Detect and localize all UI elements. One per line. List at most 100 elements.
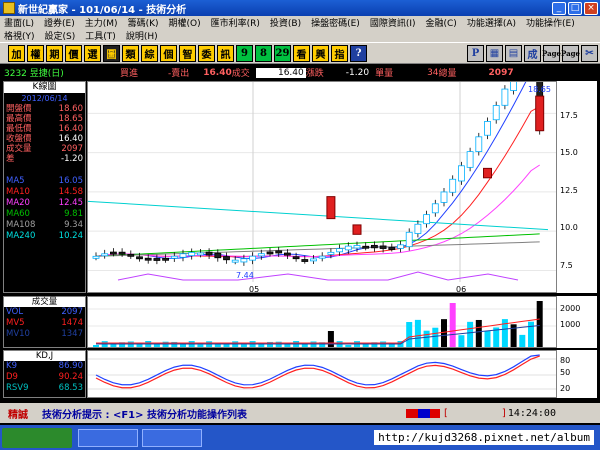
toolbar-right-button[interactable]: ▤ xyxy=(505,44,522,62)
candle-body xyxy=(275,250,283,254)
menu-item[interactable]: 期權(O) xyxy=(169,16,201,29)
stat-value: 2097 xyxy=(61,144,83,154)
volume-bar xyxy=(414,319,421,347)
menu-bar: 畫面(L) 證券(E) 主力(M) 籌碼(K) 期權(O) 匯市利率(R) 投資(B) 操盤密… xyxy=(0,16,600,42)
toolbar-right-button[interactable]: ✂ xyxy=(581,44,598,62)
stat-value: 16.40 xyxy=(58,134,83,144)
toolbar-button[interactable]: 選 xyxy=(84,44,101,62)
ma240-line xyxy=(88,200,549,231)
toolbar-button[interactable]: 看 xyxy=(293,44,310,62)
ma-value: 14.58 xyxy=(58,187,83,197)
menu-item[interactable]: 國際資訊(I) xyxy=(370,16,416,29)
candle-body xyxy=(118,251,126,255)
candle-body xyxy=(327,251,335,255)
toolbar-button[interactable]: ? xyxy=(350,44,367,62)
status-indicator xyxy=(406,408,440,418)
close-button[interactable]: × xyxy=(584,1,598,15)
candle-body xyxy=(266,251,274,255)
axis-tick-label: 12.5 xyxy=(560,186,578,195)
candle-body xyxy=(484,121,491,136)
volume-bar xyxy=(345,344,352,347)
menu-item[interactable]: 主力(M) xyxy=(85,16,118,29)
status-bracket: [ xyxy=(444,407,448,419)
toolbar-right-button[interactable]: Page xyxy=(561,44,580,62)
toolbar-right-button[interactable]: ▦ xyxy=(486,44,503,62)
volume-label: MV5 xyxy=(6,318,25,328)
menu-item[interactable]: 設定(S) xyxy=(45,29,76,42)
panel-header: K線圖 xyxy=(4,82,85,93)
taskbar-app-2[interactable] xyxy=(142,428,202,447)
status-hint: 技術分析提示 : <F1> 技術分析功能操作列表 xyxy=(42,409,247,421)
panel-date: 2012/06/14 xyxy=(21,94,68,103)
ma-line xyxy=(95,241,540,257)
candle-body xyxy=(353,245,361,249)
menu-item[interactable]: 畫面(L) xyxy=(4,16,34,29)
menu-item[interactable]: 說明(H) xyxy=(126,29,158,42)
change-label: 漲跌 xyxy=(305,69,324,79)
toolbar-button[interactable]: 價 xyxy=(65,44,82,62)
menu-item[interactable]: 籌碼(K) xyxy=(128,16,159,29)
toolbar-button[interactable]: 8 xyxy=(255,44,272,62)
ma-list: MA5 16.05 MA10 14.58 MA20 12.45 MA60 9.81 MA108 9… xyxy=(4,176,85,242)
sell-label: -賣出 xyxy=(168,69,190,79)
toolbar-button[interactable]: 29 xyxy=(274,44,291,62)
toolbar-button[interactable]: 個 xyxy=(160,44,177,62)
toolbar-button[interactable]: 期 xyxy=(46,44,63,62)
kd-svg xyxy=(88,354,556,390)
menu-item[interactable]: 格視(Y) xyxy=(4,29,35,42)
toolbar-right-button[interactable]: Page xyxy=(542,44,561,62)
menu-item[interactable]: 匯市利率(R) xyxy=(211,16,260,29)
candle-body xyxy=(205,251,213,256)
ma-label: MA240 xyxy=(6,231,36,241)
toolbar-button[interactable]: 9 xyxy=(236,44,253,62)
kd-header: KD,J xyxy=(4,351,85,361)
candle-body xyxy=(136,256,143,260)
stat-row: 成交量 2097 xyxy=(4,144,85,154)
ma-row: MA108 9.34 xyxy=(4,220,85,231)
candle-body xyxy=(214,252,222,259)
toolbar-button[interactable]: 圖 xyxy=(103,44,120,62)
volume-chart[interactable] xyxy=(87,296,557,348)
taskbar-app-1[interactable] xyxy=(78,428,138,447)
toolbar-button[interactable]: 指 xyxy=(331,44,348,62)
volume-bar xyxy=(484,330,491,347)
menu-item[interactable]: 功能選擇(A) xyxy=(467,16,516,29)
maximize-button[interactable]: □ xyxy=(568,1,582,15)
candle-body xyxy=(501,88,509,106)
kd-chart[interactable] xyxy=(87,350,557,398)
toolbar-button[interactable]: 興 xyxy=(312,44,329,62)
menu-item[interactable]: 證券(E) xyxy=(44,16,75,29)
toolbar-button[interactable]: 訊 xyxy=(217,44,234,62)
start-area[interactable] xyxy=(2,427,72,448)
toolbar-button[interactable]: 權 xyxy=(27,44,44,62)
candle-body xyxy=(249,255,257,261)
volume-bar xyxy=(136,344,143,347)
toolbar-button[interactable]: 綜 xyxy=(141,44,158,62)
quote-info-bar: 3232 昱捷(日) 買進 -賣出 16.40 成交 16.40 漲跌 -1.2… xyxy=(0,66,600,79)
stat-label: 成交量 xyxy=(6,144,32,154)
toolbar-button[interactable]: 類 xyxy=(122,44,139,62)
minimize-button[interactable]: _ xyxy=(552,1,566,15)
menu-item[interactable]: 工具(T) xyxy=(85,29,116,42)
toolbar-button[interactable]: 委 xyxy=(198,44,215,62)
candle-body xyxy=(344,245,352,251)
candle-body xyxy=(101,253,109,257)
candle-body xyxy=(362,245,370,249)
toolbar-right-button[interactable]: 成 xyxy=(524,44,541,62)
toolbar-right-button[interactable]: P xyxy=(467,44,484,62)
toolbar-button[interactable]: 智 xyxy=(179,44,196,62)
toolbar-button[interactable]: 加 xyxy=(8,44,25,62)
candle-body xyxy=(170,255,178,259)
unit-label: 單量 xyxy=(375,69,394,79)
stat-row: 收盤價 16.40 xyxy=(4,134,85,144)
menu-item[interactable]: 功能操作(E) xyxy=(526,16,575,29)
ma-line xyxy=(95,233,540,257)
menu-item[interactable]: 操盤密碼(E) xyxy=(311,16,360,29)
ma-label: MA60 xyxy=(6,209,30,219)
menu-item[interactable]: 投資(B) xyxy=(270,16,301,29)
kd-value: 86.90 xyxy=(58,361,83,371)
stat-row: 差 -1.20 xyxy=(4,154,85,164)
candle-body xyxy=(92,255,100,259)
menu-item[interactable]: 金融(C) xyxy=(426,16,457,29)
candlestick-chart[interactable]: 05 06 18.65 7.44 xyxy=(87,81,557,293)
